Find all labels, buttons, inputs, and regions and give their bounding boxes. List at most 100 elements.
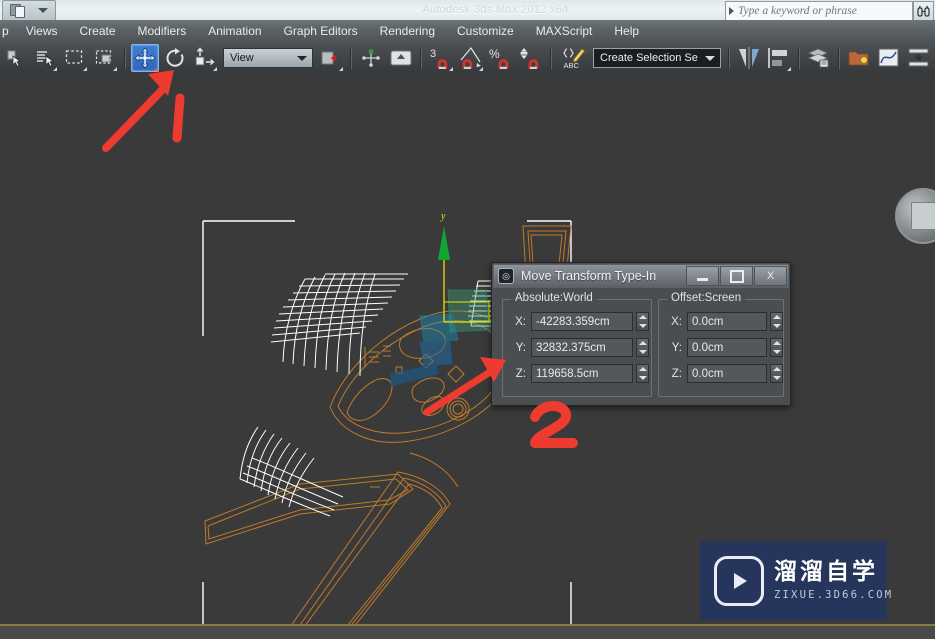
- absolute-x-label: X:: [515, 315, 526, 328]
- select-and-move-icon: [134, 47, 156, 69]
- schematic-view-button[interactable]: [905, 44, 933, 72]
- use-center-flyout-button[interactable]: [317, 44, 345, 72]
- new-scene-icon[interactable]: [9, 3, 25, 18]
- flyout-corner-icon: [153, 67, 157, 71]
- spinner-snap-toggle-button[interactable]: [517, 44, 545, 72]
- select-and-manipulate-button[interactable]: [357, 44, 385, 72]
- quick-access-toolbar[interactable]: [2, 0, 56, 21]
- binoculars-icon[interactable]: [913, 1, 934, 21]
- snaps-toggle-button[interactable]: 3: [427, 44, 455, 72]
- offset-x-spinner[interactable]: [770, 312, 783, 331]
- gizmo-y-arrow: [438, 226, 450, 260]
- absolute-z-spinner[interactable]: [636, 364, 649, 383]
- play-button-icon: [714, 555, 764, 606]
- offset-z-value: 0.0cm: [692, 367, 724, 380]
- mirror-button[interactable]: [735, 44, 763, 72]
- select-and-uniform-scale-button[interactable]: [191, 44, 219, 72]
- chevron-down-icon[interactable]: [705, 55, 715, 61]
- window-crossing-button[interactable]: [91, 44, 119, 72]
- menu-create[interactable]: Create: [68, 20, 126, 42]
- dialog-body: Absolute:World X: -42283.359cm Y: 32832.…: [498, 291, 784, 399]
- svg-text:ABC: ABC: [564, 61, 580, 69]
- chevron-right-icon[interactable]: [729, 7, 734, 15]
- dialog-title-bar[interactable]: ◎ Move Transform Type-In X: [493, 264, 789, 288]
- menu-customize[interactable]: Customize: [446, 20, 525, 42]
- watermark-url: ZIXUE.3D66.COM: [774, 588, 894, 601]
- close-icon[interactable]: X: [754, 266, 787, 286]
- select-object-icon: [7, 50, 22, 67]
- chevron-down-icon[interactable]: [297, 55, 307, 61]
- named-selection-set-combo[interactable]: Create Selection Se: [593, 48, 721, 68]
- watermark-logo: 溜溜自学 ZIXUE.3D66.COM: [700, 541, 891, 620]
- dialog-title: Move Transform Type-In: [521, 269, 657, 283]
- menu-help[interactable]: Help: [603, 20, 650, 42]
- absolute-y-input[interactable]: 32832.375cm: [531, 338, 633, 357]
- curve-editor-icon: [878, 48, 899, 67]
- absolute-z-input[interactable]: 119658.5cm: [531, 364, 633, 383]
- search-input[interactable]: [738, 5, 912, 17]
- keyboard-shortcut-override-button[interactable]: [387, 44, 415, 72]
- menu-modifiers[interactable]: Modifiers: [127, 20, 198, 42]
- menu-help-clipped[interactable]: p: [0, 20, 15, 42]
- svg-text:%: %: [489, 47, 500, 61]
- menu-graph-editors[interactable]: Graph Editors: [273, 20, 369, 42]
- select-and-rotate-button[interactable]: [161, 44, 189, 72]
- keyboard-shortcut-override-icon: [390, 50, 412, 66]
- select-by-name-button[interactable]: [31, 44, 59, 72]
- main-toolbar: View 3 % ABC Create Selection Se: [0, 42, 935, 75]
- flyout-corner-icon: [787, 67, 791, 71]
- info-center-search[interactable]: [725, 1, 913, 21]
- rectangular-selection-region-button[interactable]: [61, 44, 89, 72]
- offset-y-spinner[interactable]: [770, 338, 783, 357]
- offset-x-input[interactable]: 0.0cm: [687, 312, 767, 331]
- use-pivot-point-center-icon: [321, 51, 337, 65]
- offset-z-spinner[interactable]: [770, 364, 783, 383]
- flyout-corner-icon: [479, 67, 483, 71]
- percent-snap-toggle-button[interactable]: %: [487, 44, 515, 72]
- absolute-y-spinner[interactable]: [636, 338, 649, 357]
- watermark-text: 溜溜自学 ZIXUE.3D66.COM: [774, 560, 893, 600]
- offset-y-input[interactable]: 0.0cm: [687, 338, 767, 357]
- hatch-pattern-lower-left: [239, 426, 344, 517]
- flyout-corner-icon: [339, 67, 343, 71]
- maximize-icon[interactable]: [720, 266, 753, 286]
- toolbar-separator: [798, 47, 800, 69]
- toggle-scene-explorer-button[interactable]: [845, 44, 873, 72]
- offset-x-value: 0.0cm: [692, 315, 724, 328]
- svg-text:3: 3: [430, 48, 436, 60]
- menu-rendering[interactable]: Rendering: [369, 20, 446, 42]
- select-and-move-button[interactable]: [131, 44, 159, 72]
- snaps-toggle-icon: 3: [430, 48, 448, 69]
- edit-named-selection-sets-button[interactable]: ABC: [557, 44, 589, 72]
- curve-editor-button[interactable]: [875, 44, 903, 72]
- angle-snap-toggle-button[interactable]: [457, 44, 485, 72]
- menu-views[interactable]: Views: [15, 20, 69, 42]
- move-transform-icon: ◎: [498, 268, 514, 284]
- layer-manager-button[interactable]: [805, 44, 833, 72]
- offset-z-input[interactable]: 0.0cm: [687, 364, 767, 383]
- menu-maxscript[interactable]: MAXScript: [525, 20, 604, 42]
- reference-coordinate-system-combo[interactable]: View: [223, 48, 313, 68]
- chevron-down-icon[interactable]: [38, 7, 49, 13]
- absolute-x-spinner[interactable]: [636, 312, 649, 331]
- absolute-x-row: X: -42283.359cm: [511, 312, 649, 331]
- perspective-viewport[interactable]: y x 溜溜自学 ZIXUE.3D66.COM: [0, 74, 935, 624]
- absolute-x-value: -42283.359cm: [536, 315, 610, 328]
- offset-y-row: Y: 0.0cm: [667, 338, 783, 357]
- binoculars-glyph: [917, 5, 930, 17]
- offset-y-label: Y:: [671, 341, 682, 354]
- minimize-icon[interactable]: [686, 266, 719, 286]
- select-object-button[interactable]: [1, 44, 29, 72]
- named-selection-set-value: Create Selection Se: [600, 52, 698, 64]
- select-and-uniform-scale-icon: [195, 47, 215, 66]
- move-transform-type-in-dialog[interactable]: ◎ Move Transform Type-In X Absolute:Worl…: [491, 262, 791, 406]
- flyout-corner-icon: [213, 67, 217, 71]
- absolute-x-input[interactable]: -42283.359cm: [531, 312, 633, 331]
- title-bar: Autodesk 3ds Max 2012 x64: [0, 0, 935, 21]
- menu-animation[interactable]: Animation: [197, 20, 272, 42]
- flyout-corner-icon: [449, 67, 453, 71]
- align-button[interactable]: [765, 44, 793, 72]
- offset-screen-legend: Offset:Screen: [667, 292, 746, 304]
- absolute-z-label: Z:: [515, 367, 526, 380]
- toolbar-separator: [550, 47, 552, 69]
